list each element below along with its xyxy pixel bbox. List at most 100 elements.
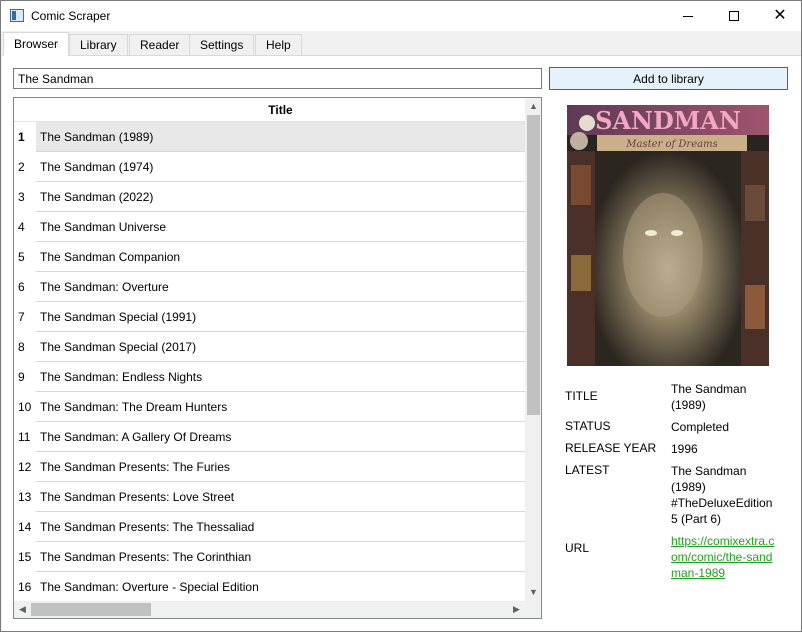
row-title-cell[interactable]: The Sandman: Overture - Special Edition: [36, 572, 525, 602]
tab-browser[interactable]: Browser: [3, 32, 70, 56]
vertical-scroll-thumb[interactable]: [527, 115, 540, 415]
detail-status-label: STATUS: [565, 419, 611, 433]
table-row[interactable]: 3 The Sandman (2022): [14, 182, 525, 212]
detail-latest-value: The Sandman (1989) #TheDeluxeEdition 5 (…: [671, 464, 773, 526]
row-title-cell[interactable]: The Sandman (1989): [36, 122, 525, 152]
row-number: 15: [14, 542, 36, 572]
detail-status-value: Completed: [671, 420, 730, 434]
row-title-cell[interactable]: The Sandman Presents: Love Street: [36, 482, 525, 512]
row-title-cell[interactable]: The Sandman Special (2017): [36, 332, 525, 362]
scroll-right-icon[interactable]: ▶: [508, 601, 525, 618]
tab-help[interactable]: Help: [255, 34, 302, 56]
row-title-cell[interactable]: The Sandman Universe: [36, 212, 525, 242]
row-title-cell[interactable]: The Sandman: Endless Nights: [36, 362, 525, 392]
table-row[interactable]: 15 The Sandman Presents: The Corinthian: [14, 542, 525, 572]
row-number: 5: [14, 242, 36, 272]
row-number: 9: [14, 362, 36, 392]
horizontal-scroll-thumb[interactable]: [31, 603, 151, 616]
cover-art: SANDMAN Master of Dreams: [567, 105, 769, 366]
row-number: 1: [14, 122, 36, 152]
table-row[interactable]: 6 The Sandman: Overture: [14, 272, 525, 302]
row-title-cell[interactable]: The Sandman (2022): [36, 182, 525, 212]
cover-subtitle: Master of Dreams: [625, 139, 717, 150]
row-number: 8: [14, 332, 36, 362]
detail-latest-row: LATEST The Sandman (1989) #TheDeluxeEdit…: [565, 463, 795, 527]
close-button[interactable]: ✕: [757, 1, 802, 31]
table-row[interactable]: 11 The Sandman: A Gallery Of Dreams: [14, 422, 525, 452]
row-title-cell[interactable]: The Sandman Presents: The Furies: [36, 452, 525, 482]
results-table: Title 1 The Sandman (1989) 2 The Sandman (1…: [13, 97, 542, 619]
table-row[interactable]: 13 The Sandman Presents: Love Street: [14, 482, 525, 512]
row-number: 14: [14, 512, 36, 542]
tab-settings[interactable]: Settings: [189, 34, 255, 56]
title-bar: Comic Scraper ✕: [1, 1, 801, 31]
browser-tab-pane: Add to library Title 1The Sandman (1989)…: [2, 55, 801, 631]
table-row[interactable]: 10 The Sandman: The Dream Hunters: [14, 392, 525, 422]
row-title-cell[interactable]: The Sandman Presents: The Thessaliad: [36, 512, 525, 542]
maximize-button[interactable]: [711, 1, 757, 31]
row-number: 4: [14, 212, 36, 242]
table-row[interactable]: 2 The Sandman (1974): [14, 152, 525, 182]
row-title-cell[interactable]: The Sandman: A Gallery Of Dreams: [36, 422, 525, 452]
minimize-button[interactable]: [665, 1, 711, 31]
maximize-icon: [729, 11, 739, 21]
table-row[interactable]: 7 The Sandman Special (1991): [14, 302, 525, 332]
row-title-cell[interactable]: The Sandman (1974): [36, 152, 525, 182]
row-number: 16: [14, 572, 36, 602]
row-number: 7: [14, 302, 36, 332]
detail-url-row: URL https://comixextra.com/comic/the-san…: [565, 533, 795, 581]
app-window: Comic Scraper ✕ Browser Library Reader S…: [0, 0, 802, 632]
window-title: Comic Scraper: [31, 9, 111, 23]
table-row[interactable]: 12 The Sandman Presents: The Furies: [14, 452, 525, 482]
table-row[interactable]: 4 The Sandman Universe: [14, 212, 525, 242]
detail-title-row: TITLE The Sandman (1989): [565, 381, 795, 413]
vertical-scrollbar[interactable]: ▲ ▼: [525, 98, 541, 601]
row-title-cell[interactable]: The Sandman: Overture: [36, 272, 525, 302]
row-title-cell[interactable]: The Sandman Companion: [36, 242, 525, 272]
row-number: 2: [14, 152, 36, 182]
details-panel: TITLE The Sandman (1989) STATUS Complete…: [565, 381, 795, 587]
detail-release-year-value: 1996: [671, 442, 698, 456]
row-number: 10: [14, 392, 36, 422]
add-to-library-button[interactable]: Add to library: [549, 67, 788, 90]
close-icon: ✕: [773, 7, 787, 24]
detail-release-year-label: RELEASE YEAR: [565, 441, 657, 455]
table-rows: 1 The Sandman (1989) 2 The Sandman (1974) 3 T…: [14, 122, 525, 602]
table-row[interactable]: 1 The Sandman (1989): [14, 122, 525, 152]
row-number: 13: [14, 482, 36, 512]
row-title-cell[interactable]: The Sandman Presents: The Corinthian: [36, 542, 525, 572]
row-number: 3: [14, 182, 36, 212]
column-header-title[interactable]: Title: [36, 98, 525, 122]
detail-title-value: The Sandman (1989): [671, 382, 747, 412]
scrollbar-corner: [525, 601, 541, 618]
detail-status-row: STATUS Completed: [565, 419, 795, 435]
search-input[interactable]: [13, 68, 542, 89]
table-row[interactable]: 16 The Sandman: Overture - Special Editio…: [14, 572, 525, 602]
detail-url-link[interactable]: https://comixextra.com/comic/the-sandman…: [671, 533, 781, 581]
cover-image: SANDMAN Master of Dreams: [567, 105, 769, 366]
detail-release-year-row: RELEASE YEAR 1996: [565, 441, 795, 457]
horizontal-scrollbar[interactable]: ◀ ▶: [14, 601, 525, 618]
table-corner: [14, 98, 36, 122]
tab-bar: Browser Library Reader Settings Help: [2, 31, 801, 56]
detail-latest-label: LATEST: [565, 463, 610, 477]
row-title-cell[interactable]: The Sandman Special (1991): [36, 302, 525, 332]
detail-url-label: URL: [565, 541, 590, 555]
scroll-up-icon[interactable]: ▲: [525, 98, 541, 115]
scroll-left-icon[interactable]: ◀: [14, 601, 31, 618]
table-row[interactable]: 5 The Sandman Companion: [14, 242, 525, 272]
detail-title-label: TITLE: [565, 389, 598, 403]
table-row[interactable]: 8 The Sandman Special (2017): [14, 332, 525, 362]
row-number: 6: [14, 272, 36, 302]
app-window-icon: [10, 9, 24, 22]
row-title-cell[interactable]: The Sandman: The Dream Hunters: [36, 392, 525, 422]
row-number: 11: [14, 422, 36, 452]
minimize-icon: [683, 15, 693, 17]
table-row[interactable]: 14 The Sandman Presents: The Thessaliad: [14, 512, 525, 542]
cover-title: SANDMAN: [595, 106, 741, 135]
tab-library[interactable]: Library: [69, 34, 128, 56]
scroll-down-icon[interactable]: ▼: [525, 584, 541, 601]
table-row[interactable]: 9 The Sandman: Endless Nights: [14, 362, 525, 392]
tab-reader[interactable]: Reader: [129, 34, 191, 56]
row-number: 12: [14, 452, 36, 482]
